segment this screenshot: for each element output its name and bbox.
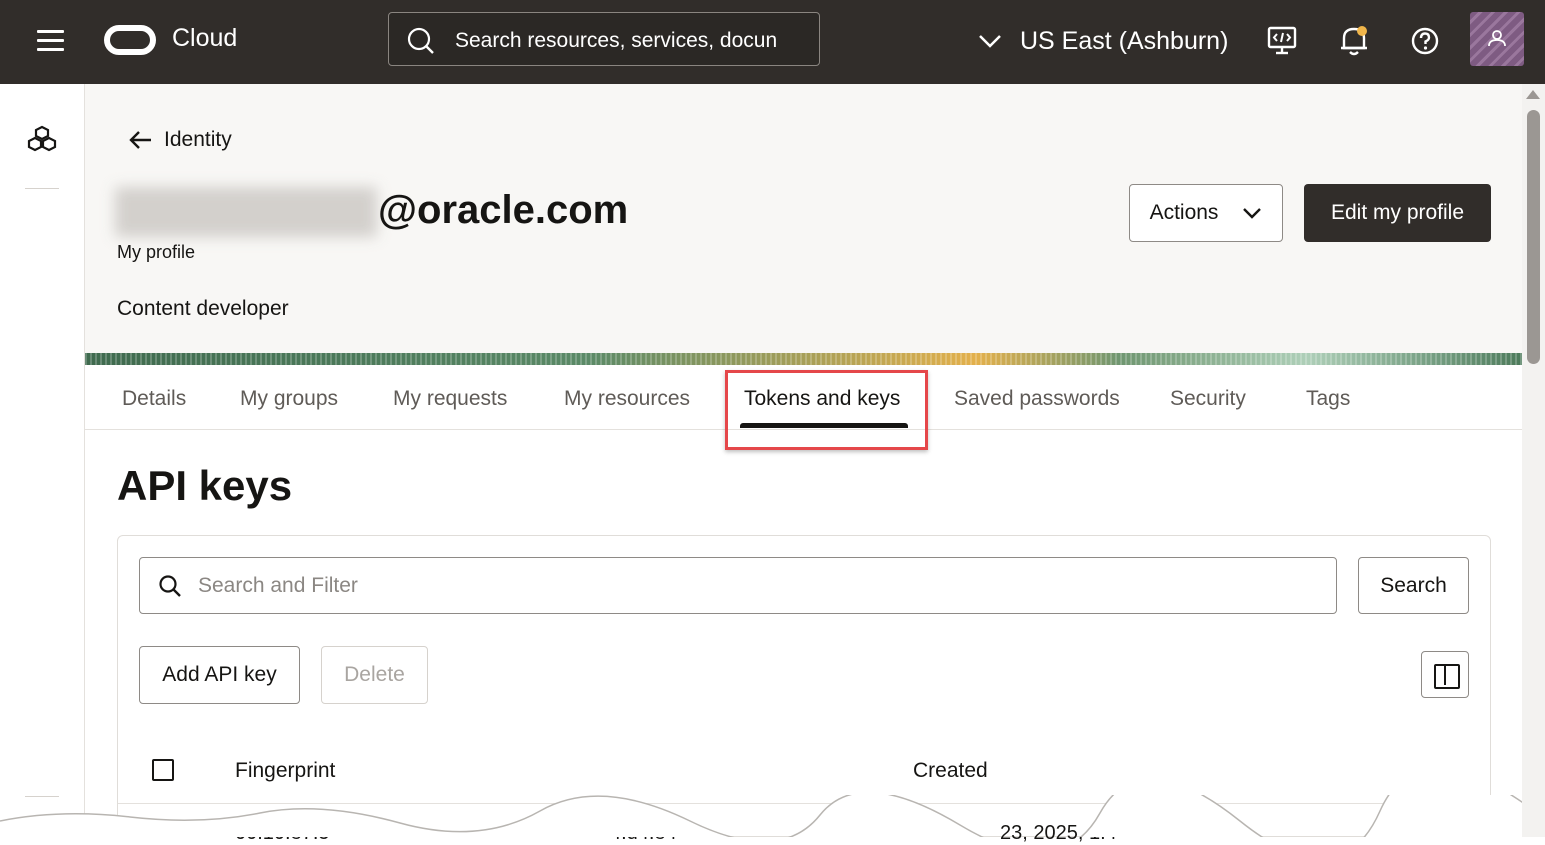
global-search-input[interactable]: Search resources, services, docun [388, 12, 820, 66]
left-rail [0, 84, 85, 837]
column-header-fingerprint: Fingerprint [235, 759, 336, 782]
chevron-down-icon [1243, 208, 1262, 219]
rail-divider [25, 188, 59, 189]
edit-profile-button[interactable]: Edit my profile [1304, 184, 1491, 242]
oracle-logo[interactable] [104, 25, 156, 55]
search-icon [407, 27, 434, 54]
actions-button[interactable]: Actions [1129, 184, 1283, 242]
search-filter-input[interactable]: Search and Filter [139, 557, 1337, 614]
tab-my-requests[interactable]: My requests [393, 387, 507, 411]
user-icon [1488, 30, 1506, 47]
cloud-shell-icon[interactable] [1266, 24, 1298, 58]
notifications-bell-icon[interactable] [1338, 24, 1370, 58]
user-role: Content developer [117, 297, 289, 320]
section-title: API keys [117, 462, 293, 509]
tab-my-groups[interactable]: My groups [240, 387, 338, 411]
global-search-text: Search resources, services, docun [455, 29, 778, 52]
scroll-up-arrow-icon[interactable] [1526, 90, 1540, 99]
delete-button[interactable]: Delete [321, 646, 428, 704]
columns-toggle-icon[interactable] [1421, 651, 1469, 698]
help-icon[interactable] [1409, 24, 1441, 58]
resources-cubes-icon[interactable] [26, 124, 58, 154]
tab-tags[interactable]: Tags [1306, 387, 1350, 411]
highlight-box [725, 370, 928, 450]
select-all-checkbox[interactable] [152, 759, 174, 781]
brand-label: Cloud [172, 24, 238, 52]
top-bar: Cloud Search resources, services, docun … [0, 0, 1545, 84]
add-api-key-button[interactable]: Add API key [139, 646, 300, 704]
back-link-label: Identity [164, 128, 232, 151]
region-label: US East (Ashburn) [1020, 26, 1229, 55]
tab-security[interactable]: Security [1170, 387, 1246, 411]
back-link[interactable]: Identity [128, 128, 232, 152]
arrow-left-icon [129, 131, 151, 149]
search-filter-placeholder: Search and Filter [198, 574, 358, 597]
page-subtitle: My profile [117, 242, 196, 262]
decorative-banner [85, 353, 1522, 365]
profile-header: Identity @oracle.com My profile Content … [85, 84, 1522, 356]
redacted-username [115, 187, 377, 237]
search-icon [159, 575, 181, 597]
scrollbar-thumb[interactable] [1527, 110, 1540, 364]
search-button[interactable]: Search [1358, 557, 1469, 614]
chevron-down-icon [979, 35, 1001, 48]
hamburger-menu-icon[interactable] [37, 30, 65, 52]
tab-my-resources[interactable]: My resources [564, 387, 690, 411]
column-header-created: Created [913, 759, 988, 782]
torn-edge [0, 795, 1545, 837]
tab-details[interactable]: Details [122, 387, 186, 411]
region-selector[interactable]: US East (Ashburn) [978, 24, 1228, 58]
page-title: @oracle.com [378, 188, 629, 232]
tab-saved-passwords[interactable]: Saved passwords [954, 387, 1120, 411]
actions-label: Actions [1149, 201, 1219, 224]
user-avatar[interactable] [1470, 12, 1524, 66]
